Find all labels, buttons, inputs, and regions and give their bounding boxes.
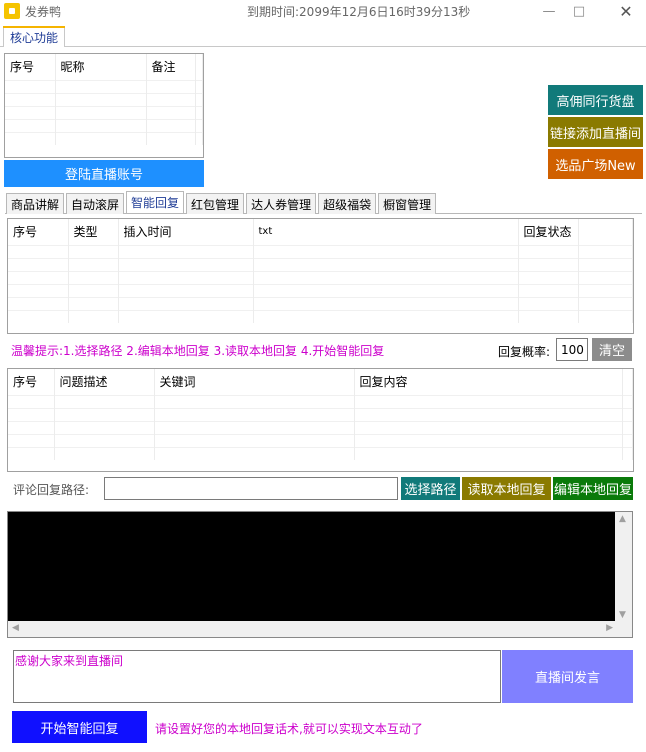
- qa-table[interactable]: 序号 问题描述 关键词 回复内容: [7, 368, 634, 472]
- scroll-down-icon[interactable]: ▼: [619, 610, 626, 620]
- tab-super-lucky-bag[interactable]: 超级福袋: [318, 193, 377, 214]
- table-row: [8, 270, 633, 284]
- reply-path-input[interactable]: [104, 477, 398, 500]
- tab-core-functions[interactable]: 核心功能: [3, 26, 65, 47]
- account-table[interactable]: 序号 昵称 备注: [4, 53, 204, 158]
- tab-red-packet[interactable]: 红包管理: [186, 193, 245, 214]
- col-filler: [195, 54, 203, 80]
- col-filler: [622, 369, 633, 395]
- scroll-left-icon[interactable]: ◀: [12, 623, 19, 633]
- reply-probability-label: 回复概率:: [498, 345, 551, 359]
- choose-path-button[interactable]: 选择路径: [401, 477, 460, 500]
- steps-hint: 温馨提示:1.选择路径 2.编辑本地回复 3.读取本地回复 4.开始智能回复: [11, 344, 385, 358]
- title-bar[interactable]: 发券鸭 到期时间:2099年12月6日16时39分13秒 — □ ✕: [0, 0, 646, 22]
- table-header-row: 序号 类型 插入时间 txt 回复状态: [8, 219, 633, 245]
- insert-table[interactable]: 序号 类型 插入时间 txt 回复状态: [7, 218, 634, 334]
- table-header-row: 序号 问题描述 关键词 回复内容: [8, 369, 633, 395]
- col-insert-time[interactable]: 插入时间: [118, 219, 254, 245]
- table-row: [8, 394, 633, 408]
- col-index[interactable]: 序号: [5, 54, 56, 80]
- close-icon[interactable]: ✕: [608, 0, 644, 22]
- edit-local-reply-button[interactable]: 编辑本地回复: [553, 477, 633, 500]
- horizontal-scrollbar[interactable]: ◀ ▶: [8, 621, 617, 637]
- scroll-right-icon[interactable]: ▶: [606, 623, 613, 633]
- col-note[interactable]: 备注: [146, 54, 196, 80]
- vertical-scrollbar[interactable]: ▲ ▼: [615, 512, 632, 622]
- table-row: [8, 244, 633, 258]
- scrollbar-corner: [615, 621, 632, 637]
- log-output[interactable]: ▲ ▼ ◀ ▶: [7, 511, 633, 638]
- col-txt[interactable]: txt: [253, 219, 519, 245]
- col-reply-status[interactable]: 回复状态: [518, 219, 579, 245]
- table-row: [5, 118, 203, 132]
- col-filler: [578, 219, 633, 245]
- tab-strip-divider: [0, 46, 646, 47]
- table-row: [8, 407, 633, 421]
- table-row: [5, 105, 203, 119]
- table-header-row: 序号 昵称 备注: [5, 54, 203, 80]
- start-smart-reply-button[interactable]: 开始智能回复: [12, 711, 147, 743]
- table-row: [8, 446, 633, 460]
- clear-button[interactable]: 清空: [592, 338, 632, 361]
- table-row: [8, 283, 633, 297]
- tab-smart-reply[interactable]: 智能回复: [126, 191, 185, 213]
- footer-hint: 请设置好您的本地回复话术,就可以实现文本互动了: [155, 722, 423, 736]
- col-keyword[interactable]: 关键词: [154, 369, 355, 395]
- table-row: [8, 257, 633, 271]
- scroll-up-icon[interactable]: ▲: [619, 514, 626, 524]
- live-speak-button[interactable]: 直播间发言: [502, 650, 633, 703]
- col-index[interactable]: 序号: [8, 369, 55, 395]
- col-type[interactable]: 类型: [68, 219, 119, 245]
- table-row: [8, 296, 633, 310]
- table-row: [8, 433, 633, 447]
- message-input[interactable]: 感谢大家来到直播间: [13, 650, 501, 703]
- link-add-live-button[interactable]: 链接添加直播间: [548, 117, 643, 147]
- tab-influencer-coupon[interactable]: 达人券管理: [246, 193, 317, 214]
- col-question[interactable]: 问题描述: [54, 369, 155, 395]
- tab-showcase[interactable]: 橱窗管理: [378, 193, 437, 214]
- selection-square-button[interactable]: 选品广场New: [548, 149, 643, 179]
- function-tabs: 商品讲解 自动滚屏 智能回复 红包管理 达人券管理 超级福袋 橱窗管理: [6, 191, 438, 214]
- col-nickname[interactable]: 昵称: [55, 54, 147, 80]
- table-row: [8, 309, 633, 323]
- table-row: [5, 79, 203, 93]
- window-title: 发券鸭: [25, 5, 62, 19]
- message-text: 感谢大家来到直播间: [15, 654, 124, 668]
- read-local-reply-button[interactable]: 读取本地回复: [462, 477, 551, 500]
- table-row: [5, 92, 203, 106]
- col-index[interactable]: 序号: [8, 219, 69, 245]
- expiry-time: 到期时间:2099年12月6日16时39分13秒: [247, 5, 471, 19]
- table-row: [5, 131, 203, 145]
- tab-product-explain[interactable]: 商品讲解: [6, 193, 65, 214]
- table-row: [8, 420, 633, 434]
- col-reply-content[interactable]: 回复内容: [354, 369, 623, 395]
- app-logo-icon: [4, 3, 20, 19]
- reply-path-label: 评论回复路径:: [13, 483, 90, 497]
- maximize-icon[interactable]: □: [561, 0, 597, 22]
- login-live-account-button[interactable]: 登陆直播账号: [4, 160, 204, 187]
- peer-goods-button[interactable]: 高佣同行货盘: [548, 85, 643, 115]
- tab-auto-scroll[interactable]: 自动滚屏: [66, 193, 125, 214]
- reply-probability-input[interactable]: [556, 338, 588, 361]
